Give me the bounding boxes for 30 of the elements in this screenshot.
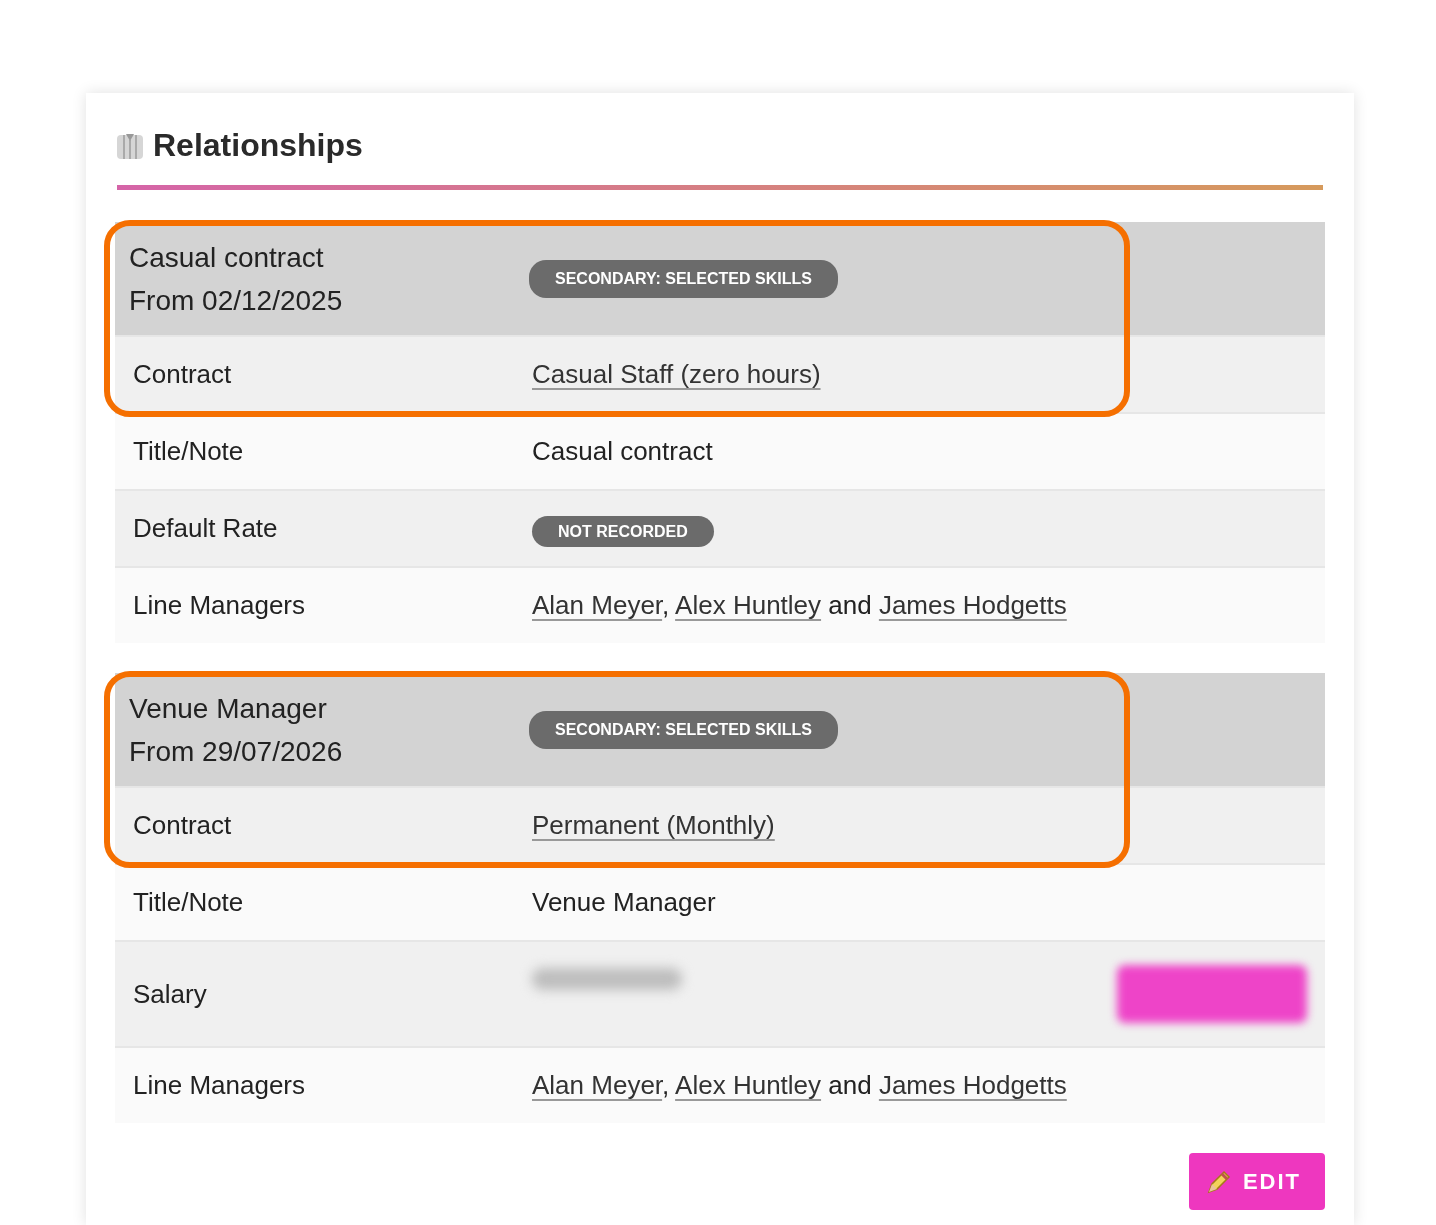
relationship-name: Casual contract	[129, 240, 325, 275]
manager-link[interactable]: Alan Meyer	[532, 1070, 663, 1100]
role-badge: SECONDARY: SELECTED SKILLS	[529, 710, 838, 749]
contract-link[interactable]: Permanent (Monthly)	[532, 810, 775, 840]
field-label: Title/Note	[133, 886, 245, 919]
manager-link[interactable]: Alex Huntley	[675, 1070, 822, 1100]
field-label: Contract	[133, 358, 233, 391]
field-label: Title/Note	[133, 435, 245, 468]
relationship-start-date: From 02/12/2025	[129, 283, 344, 318]
line-managers-text: Alan Meyer, Alex Huntley and James Hodgetts	[532, 589, 1068, 622]
field-value: Venue Manager	[532, 886, 717, 919]
role-badge: SECONDARY: SELECTED SKILLS	[529, 259, 838, 298]
contract-link[interactable]: Casual Staff (zero hours)	[532, 359, 821, 389]
field-label: Default Rate	[133, 512, 279, 545]
line-managers-text: Alan Meyer, Alex Huntley and James Hodgetts	[532, 1069, 1068, 1102]
manager-link[interactable]: Alan Meyer	[532, 590, 663, 620]
shirt-icon	[115, 131, 145, 159]
field-label: Contract	[133, 809, 233, 842]
field-value: Casual contract	[532, 435, 714, 468]
field-label: Salary	[133, 977, 208, 1011]
field-label: Line Managers	[133, 1069, 306, 1102]
panel-title: Relationships	[153, 126, 363, 165]
manager-link[interactable]: Alex Huntley	[675, 590, 822, 620]
status-badge: NOT RECORDED	[532, 516, 714, 547]
edit-button[interactable]: EDIT	[1188, 1153, 1325, 1210]
manager-link[interactable]: James Hodgetts	[878, 590, 1067, 620]
relationship-name: Venue Manager	[129, 691, 328, 726]
manager-link[interactable]: James Hodgetts	[878, 1070, 1067, 1100]
field-label: Line Managers	[133, 589, 306, 622]
relationship-start-date: From 29/07/2026	[129, 734, 344, 769]
